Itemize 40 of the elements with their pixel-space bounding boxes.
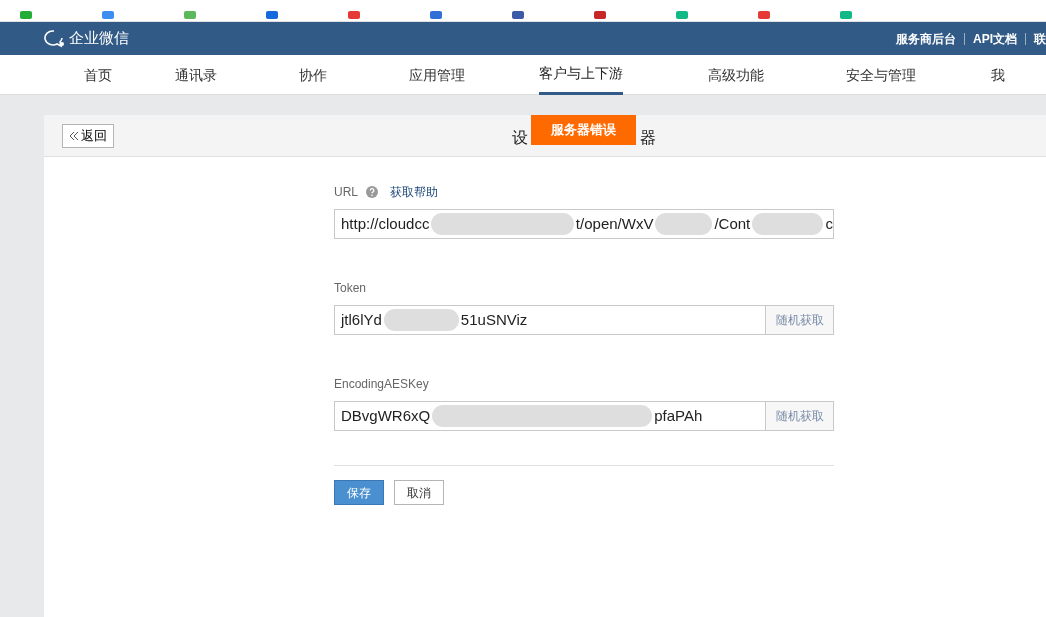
nav-tab[interactable]: 应用管理: [372, 55, 502, 94]
redaction-blur: [752, 213, 824, 235]
nav-tab[interactable]: 高级功能: [661, 55, 811, 94]
back-button[interactable]: 返回: [62, 123, 114, 148]
cancel-button[interactable]: 取消: [394, 480, 444, 505]
redaction-blur: [655, 213, 713, 235]
page-title: 器: [640, 128, 656, 148]
nav-tab[interactable]: 首页: [60, 55, 137, 94]
header-link[interactable]: 联: [1034, 29, 1046, 48]
header-link[interactable]: 服务商后台: [896, 29, 956, 48]
header-link[interactable]: API文档: [973, 29, 1017, 48]
nav-tab[interactable]: 我: [950, 55, 1046, 94]
bookmark-icon[interactable]: [512, 11, 524, 19]
help-icon[interactable]: [366, 186, 378, 198]
bookmark-icon[interactable]: [676, 11, 688, 19]
bookmark-icon[interactable]: [840, 11, 852, 19]
bookmark-icon[interactable]: [184, 11, 196, 19]
page-title: 设: [512, 128, 528, 148]
nav-tab[interactable]: 协作: [254, 55, 373, 94]
input-field[interactable]: jtl6lYd 51uSNViz: [334, 305, 766, 335]
bookmark-icon[interactable]: [266, 11, 278, 19]
field-label: EncodingAESKey: [334, 376, 429, 393]
bookmark-icon[interactable]: [758, 11, 770, 19]
nav-tab[interactable]: 安全与管理: [810, 55, 951, 94]
input-field[interactable]: DBvgWR6xQ pfaPAh: [334, 401, 766, 431]
bookmark-icon[interactable]: [430, 11, 442, 19]
nav-tab[interactable]: 客户与上下游: [501, 55, 662, 94]
field-label: URL: [334, 184, 358, 201]
double-chevron-left-icon: [69, 130, 79, 141]
bookmark-icon[interactable]: [102, 11, 114, 19]
error-toast: 服务器错误: [531, 115, 636, 145]
chat-bubble-icon: [44, 28, 66, 49]
logo-text[interactable]: 企业微信: [69, 27, 129, 50]
bookmark-icon[interactable]: [20, 11, 32, 19]
input-field[interactable]: http://cloudcc t/open/WxV /Cont c: [334, 209, 834, 239]
field-label: Token: [334, 280, 367, 297]
bookmark-icon[interactable]: [348, 11, 360, 19]
nav-tab[interactable]: 通讯录: [136, 55, 255, 94]
help-link[interactable]: 获取帮助: [390, 183, 438, 201]
bookmark-icon[interactable]: [594, 11, 606, 19]
